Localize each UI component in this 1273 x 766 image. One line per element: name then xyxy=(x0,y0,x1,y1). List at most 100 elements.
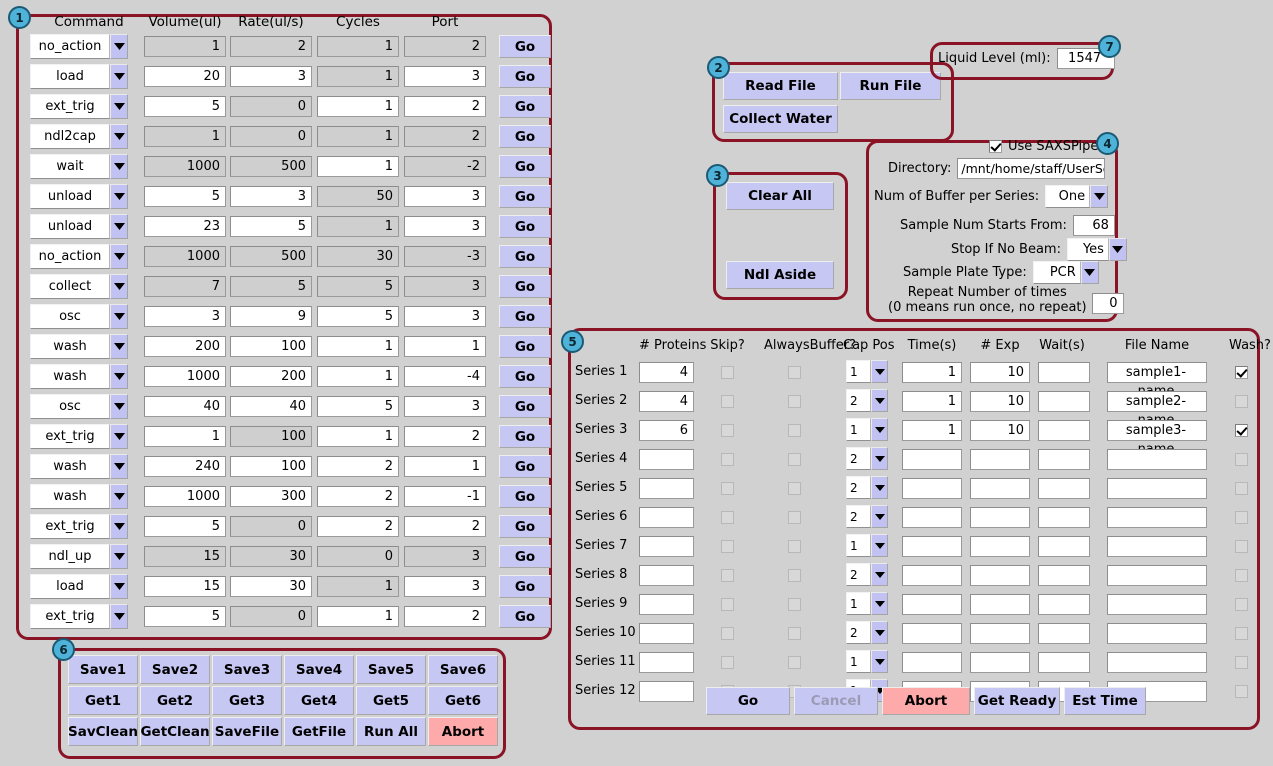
skip-checkbox[interactable] xyxy=(721,656,734,669)
chevron-down-icon[interactable] xyxy=(110,454,128,479)
cycles-input[interactable]: 1 xyxy=(317,366,399,387)
file-name-input[interactable] xyxy=(1107,565,1207,586)
wait-input[interactable] xyxy=(1038,449,1090,470)
volume-input[interactable]: 5 xyxy=(144,96,226,117)
cycles-input[interactable]: 5 xyxy=(317,306,399,327)
wash-checkbox[interactable] xyxy=(1235,511,1248,524)
volume-input[interactable]: 20 xyxy=(144,66,226,87)
command-select[interactable]: unload xyxy=(30,214,128,239)
port-input[interactable]: 3 xyxy=(404,306,486,327)
file-name-input[interactable] xyxy=(1107,536,1207,557)
wait-input[interactable] xyxy=(1038,478,1090,499)
chevron-down-icon[interactable] xyxy=(110,364,128,389)
port-input[interactable]: 2 xyxy=(404,606,486,627)
num-proteins-input[interactable] xyxy=(639,594,694,615)
cycles-input[interactable]: 1 xyxy=(317,96,399,117)
cap-pos-select[interactable]: 2 xyxy=(846,447,888,470)
chevron-down-icon[interactable] xyxy=(110,604,128,629)
wait-input[interactable] xyxy=(1038,391,1090,412)
run-file-button[interactable]: Run File xyxy=(840,72,941,100)
command-select[interactable]: ext_trig xyxy=(30,424,128,449)
volume-input[interactable]: 15 xyxy=(144,576,226,597)
ndl-aside-button[interactable]: Ndl Aside xyxy=(726,261,834,289)
command-select[interactable]: no_action xyxy=(30,244,128,269)
preset-button[interactable]: Get2 xyxy=(140,686,210,715)
wait-input[interactable] xyxy=(1038,362,1090,383)
rate-input[interactable]: 40 xyxy=(230,396,312,417)
wash-checkbox[interactable] xyxy=(1235,482,1248,495)
command-go-button[interactable]: Go xyxy=(499,455,551,478)
num-exp-input[interactable]: 10 xyxy=(970,362,1030,383)
command-select[interactable]: osc xyxy=(30,394,128,419)
skip-checkbox[interactable] xyxy=(721,395,734,408)
chevron-down-icon[interactable] xyxy=(110,154,128,179)
time-input[interactable] xyxy=(902,507,962,528)
file-name-input[interactable] xyxy=(1107,449,1207,470)
series-action-button[interactable]: Abort xyxy=(882,687,970,715)
command-go-button[interactable]: Go xyxy=(499,425,551,448)
time-input[interactable] xyxy=(902,623,962,644)
volume-input[interactable]: 1 xyxy=(144,426,226,447)
series-action-button[interactable]: Go xyxy=(706,687,790,715)
cycles-input[interactable]: 1 xyxy=(317,336,399,357)
chevron-down-icon[interactable] xyxy=(110,574,128,599)
num-exp-input[interactable]: 10 xyxy=(970,391,1030,412)
file-name-input[interactable] xyxy=(1107,652,1207,673)
wait-input[interactable] xyxy=(1038,594,1090,615)
cap-pos-select[interactable]: 1 xyxy=(846,650,888,673)
skip-checkbox[interactable] xyxy=(721,424,734,437)
wash-checkbox[interactable] xyxy=(1235,366,1248,379)
num-exp-input[interactable] xyxy=(970,449,1030,470)
command-go-button[interactable]: Go xyxy=(499,65,551,88)
time-input[interactable] xyxy=(902,652,962,673)
chevron-down-icon[interactable] xyxy=(871,476,888,499)
chevron-down-icon[interactable] xyxy=(110,64,128,89)
wash-checkbox[interactable] xyxy=(1235,656,1248,669)
wait-input[interactable] xyxy=(1038,565,1090,586)
preset-button[interactable]: Abort xyxy=(428,717,498,746)
port-input[interactable]: 1 xyxy=(404,456,486,477)
always-buffer-checkbox[interactable] xyxy=(788,511,801,524)
skip-checkbox[interactable] xyxy=(721,453,734,466)
num-exp-input[interactable] xyxy=(970,507,1030,528)
port-input[interactable]: 2 xyxy=(404,96,486,117)
file-name-input[interactable]: sample2-name xyxy=(1107,391,1207,428)
wait-input[interactable] xyxy=(1038,652,1090,673)
num-proteins-input[interactable] xyxy=(639,449,694,470)
volume-input[interactable]: 3 xyxy=(144,306,226,327)
num-exp-input[interactable] xyxy=(970,623,1030,644)
chevron-down-icon[interactable] xyxy=(871,505,888,528)
command-select[interactable]: ext_trig xyxy=(30,94,128,119)
chevron-down-icon[interactable] xyxy=(871,418,888,441)
skip-checkbox[interactable] xyxy=(721,540,734,553)
command-select[interactable]: wash xyxy=(30,454,128,479)
cap-pos-select[interactable]: 2 xyxy=(846,476,888,499)
chevron-down-icon[interactable] xyxy=(110,544,128,569)
command-go-button[interactable]: Go xyxy=(499,485,551,508)
cap-pos-select[interactable]: 1 xyxy=(846,418,888,441)
preset-button[interactable]: Get5 xyxy=(356,686,426,715)
cycles-input[interactable]: 2 xyxy=(317,516,399,537)
num-exp-input[interactable] xyxy=(970,536,1030,557)
volume-input[interactable]: 23 xyxy=(144,216,226,237)
wash-checkbox[interactable] xyxy=(1235,453,1248,466)
chevron-down-icon[interactable] xyxy=(871,621,888,644)
read-file-button[interactable]: Read File xyxy=(723,72,838,100)
chevron-down-icon[interactable] xyxy=(110,34,128,59)
volume-input[interactable]: 200 xyxy=(144,336,226,357)
command-go-button[interactable]: Go xyxy=(499,335,551,358)
repeat-input[interactable]: 0 xyxy=(1091,293,1124,314)
num-exp-input[interactable] xyxy=(970,565,1030,586)
rate-input[interactable]: 3 xyxy=(230,66,312,87)
skip-checkbox[interactable] xyxy=(721,482,734,495)
always-buffer-checkbox[interactable] xyxy=(788,540,801,553)
cap-pos-select[interactable]: 2 xyxy=(846,505,888,528)
port-input[interactable]: -1 xyxy=(404,486,486,507)
chevron-down-icon[interactable] xyxy=(871,447,888,470)
file-name-input[interactable]: sample1-name xyxy=(1107,362,1207,399)
preset-button[interactable]: Save2 xyxy=(140,655,210,684)
port-input[interactable]: 1 xyxy=(404,336,486,357)
preset-button[interactable]: GetClean xyxy=(140,717,210,746)
cap-pos-select[interactable]: 2 xyxy=(846,389,888,412)
use-saxspipe-checkbox[interactable] xyxy=(989,140,1002,153)
